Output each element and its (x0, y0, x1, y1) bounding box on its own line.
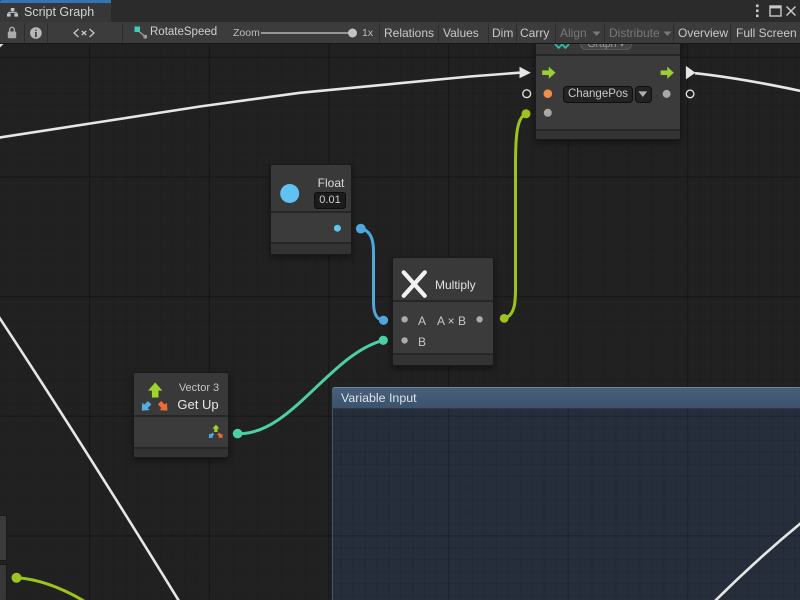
svg-text:i: i (35, 29, 38, 40)
